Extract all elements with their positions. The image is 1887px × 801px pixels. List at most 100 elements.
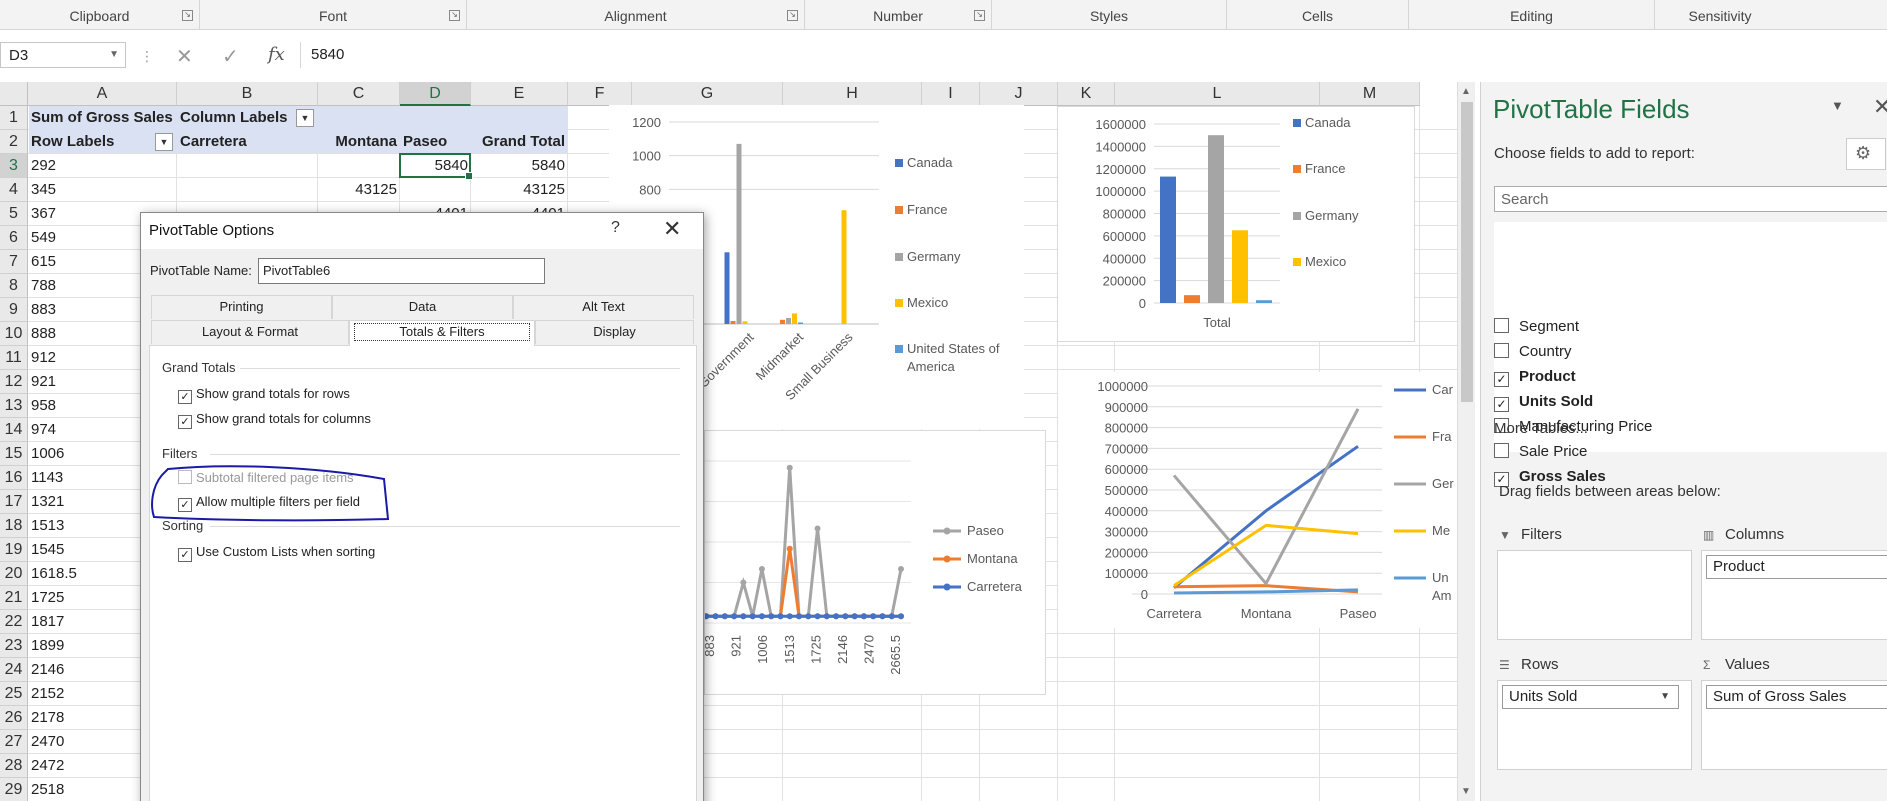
pivot-cell[interactable]: 43125 bbox=[318, 178, 400, 202]
allow-multiple-filters-option[interactable]: ✓ Allow multiple filters per field bbox=[178, 494, 360, 512]
column-header-c[interactable]: C bbox=[318, 82, 400, 106]
row-header-10[interactable]: 10 bbox=[0, 322, 28, 346]
row-header-16[interactable]: 16 bbox=[0, 466, 28, 490]
dialog-launcher-icon[interactable]: ↘ bbox=[787, 10, 798, 21]
row-header-6[interactable]: 6 bbox=[0, 226, 28, 250]
more-tables-link[interactable]: More Tables... bbox=[1494, 420, 1588, 437]
checkbox-checked[interactable]: ✓ bbox=[178, 390, 192, 404]
row-header-1[interactable]: 1 bbox=[0, 106, 28, 130]
row-header-24[interactable]: 24 bbox=[0, 658, 28, 682]
close-icon[interactable]: ✕ bbox=[176, 44, 193, 69]
scrollbar-thumb[interactable] bbox=[1461, 102, 1473, 402]
column-header-j[interactable]: J bbox=[980, 82, 1058, 106]
dialog-launcher-icon[interactable]: ↘ bbox=[182, 10, 193, 21]
checkbox-checked[interactable]: ✓ bbox=[1494, 397, 1509, 412]
checkbox-checked[interactable]: ✓ bbox=[178, 548, 192, 562]
column-header-k[interactable]: K bbox=[1058, 82, 1115, 106]
tab-layout-format[interactable]: Layout & Format bbox=[151, 320, 349, 344]
tab-display[interactable]: Display bbox=[535, 320, 694, 344]
row-header-8[interactable]: 8 bbox=[0, 274, 28, 298]
row-header-15[interactable]: 15 bbox=[0, 442, 28, 466]
row-header-17[interactable]: 17 bbox=[0, 490, 28, 514]
chevron-down-icon[interactable]: ▼ bbox=[1831, 98, 1844, 113]
chart-bar-total[interactable]: 1600000 1400000 1200000 1000000 800000 600000… bbox=[1057, 106, 1415, 342]
column-header-m[interactable]: M bbox=[1320, 82, 1420, 106]
close-icon[interactable]: ✕ bbox=[1873, 94, 1887, 120]
help-icon[interactable]: ? bbox=[611, 219, 620, 237]
gear-icon[interactable]: ⚙ bbox=[1846, 138, 1886, 170]
row-header-20[interactable]: 20 bbox=[0, 562, 28, 586]
row-header-13[interactable]: 13 bbox=[0, 394, 28, 418]
field-item[interactable]: Segment bbox=[1494, 316, 1579, 338]
row-header-21[interactable]: 21 bbox=[0, 586, 28, 610]
pivot-cell[interactable]: 43125 bbox=[471, 178, 568, 202]
row-header-28[interactable]: 28 bbox=[0, 754, 28, 778]
checkbox-unchecked[interactable] bbox=[1494, 318, 1509, 333]
field-item[interactable]: ✓ Units Sold bbox=[1494, 391, 1593, 413]
pivot-cell[interactable]: 5840 bbox=[471, 154, 568, 178]
row-header-3[interactable]: 3 bbox=[0, 154, 28, 178]
values-field-chip[interactable]: Sum of Gross Sales▼ bbox=[1706, 685, 1887, 709]
row-header-23[interactable]: 23 bbox=[0, 634, 28, 658]
checkbox-unchecked[interactable] bbox=[1494, 443, 1509, 458]
close-icon[interactable]: ✕ bbox=[663, 216, 681, 242]
column-labels-filter-button[interactable]: ▼ bbox=[296, 109, 314, 127]
dialog-launcher-icon[interactable]: ↘ bbox=[974, 10, 985, 21]
column-header-a[interactable]: A bbox=[28, 82, 177, 106]
row-label-cell[interactable]: 345 bbox=[28, 178, 177, 202]
row-header-2[interactable]: 2 bbox=[0, 130, 28, 154]
row-header-5[interactable]: 5 bbox=[0, 202, 28, 226]
pivot-col-carretera[interactable]: Carretera bbox=[177, 130, 318, 154]
column-header-d[interactable]: D bbox=[400, 82, 471, 106]
row-header-9[interactable]: 9 bbox=[0, 298, 28, 322]
pivot-col-grand-total[interactable]: Grand Total bbox=[471, 130, 568, 154]
vertical-scrollbar[interactable]: ▲ ▼ bbox=[1457, 82, 1475, 801]
row-header-11[interactable]: 11 bbox=[0, 346, 28, 370]
column-header-e[interactable]: E bbox=[471, 82, 568, 106]
row-header-22[interactable]: 22 bbox=[0, 610, 28, 634]
row-labels-filter-button[interactable]: ▼ bbox=[155, 133, 173, 151]
checkbox-checked[interactable]: ✓ bbox=[178, 415, 192, 429]
column-header-l[interactable]: L bbox=[1115, 82, 1320, 106]
chevron-down-icon[interactable]: ▼ bbox=[109, 49, 119, 60]
chart-line-units[interactable]: 883 921 1006 1513 1725 2146 2470 2665.5 Paseo Mon… bbox=[704, 430, 1046, 695]
row-header-25[interactable]: 25 bbox=[0, 682, 28, 706]
scroll-up-icon[interactable]: ▲ bbox=[1461, 86, 1471, 97]
chart-line-products[interactable]: 1000000 900000 800000 700000 600000 500000 400… bbox=[1058, 372, 1458, 628]
pivottable-name-input[interactable]: PivotTable6 bbox=[258, 258, 545, 284]
column-header-g[interactable]: G bbox=[632, 82, 783, 106]
row-header-12[interactable]: 12 bbox=[0, 370, 28, 394]
field-item[interactable]: Country bbox=[1494, 341, 1572, 363]
column-header-i[interactable]: I bbox=[922, 82, 980, 106]
row-header-19[interactable]: 19 bbox=[0, 538, 28, 562]
checkbox-checked[interactable]: ✓ bbox=[1494, 372, 1509, 387]
rows-area[interactable]: Units Sold ▼ bbox=[1497, 680, 1692, 770]
tab-printing[interactable]: Printing bbox=[151, 295, 332, 319]
check-icon[interactable]: ✓ bbox=[222, 44, 239, 69]
column-header-h[interactable]: H bbox=[783, 82, 922, 106]
scroll-down-icon[interactable]: ▼ bbox=[1461, 786, 1471, 797]
row-header-27[interactable]: 27 bbox=[0, 730, 28, 754]
columns-field-chip[interactable]: Product▼ bbox=[1706, 555, 1887, 579]
row-header-26[interactable]: 26 bbox=[0, 706, 28, 730]
tab-data[interactable]: Data bbox=[332, 295, 513, 319]
row-header-7[interactable]: 7 bbox=[0, 250, 28, 274]
insert-function-icon[interactable]: fx bbox=[268, 44, 285, 65]
formula-input[interactable]: 5840 bbox=[300, 42, 1887, 68]
tab-totals-filters[interactable]: Totals & Filters bbox=[349, 320, 535, 346]
field-item[interactable]: ✓ Product bbox=[1494, 366, 1576, 388]
pivot-values-label[interactable]: Sum of Gross Sales bbox=[28, 106, 177, 130]
column-header-b[interactable]: B bbox=[177, 82, 318, 106]
use-custom-lists-option[interactable]: ✓ Use Custom Lists when sorting bbox=[178, 544, 375, 562]
tab-alt-text[interactable]: Alt Text bbox=[513, 295, 694, 319]
pivot-col-montana[interactable]: Montana bbox=[318, 130, 400, 154]
search-input[interactable]: Search bbox=[1494, 186, 1887, 212]
checkbox-unchecked[interactable] bbox=[1494, 343, 1509, 358]
row-header-4[interactable]: 4 bbox=[0, 178, 28, 202]
dialog-launcher-icon[interactable]: ↘ bbox=[449, 10, 460, 21]
row-header-18[interactable]: 18 bbox=[0, 514, 28, 538]
row-label-cell[interactable]: 292 bbox=[28, 154, 177, 178]
pivot-col-paseo[interactable]: Paseo bbox=[400, 130, 471, 154]
rows-field-chip[interactable]: Units Sold ▼ bbox=[1502, 685, 1679, 709]
chevron-down-icon[interactable]: ▼ bbox=[1660, 686, 1670, 708]
